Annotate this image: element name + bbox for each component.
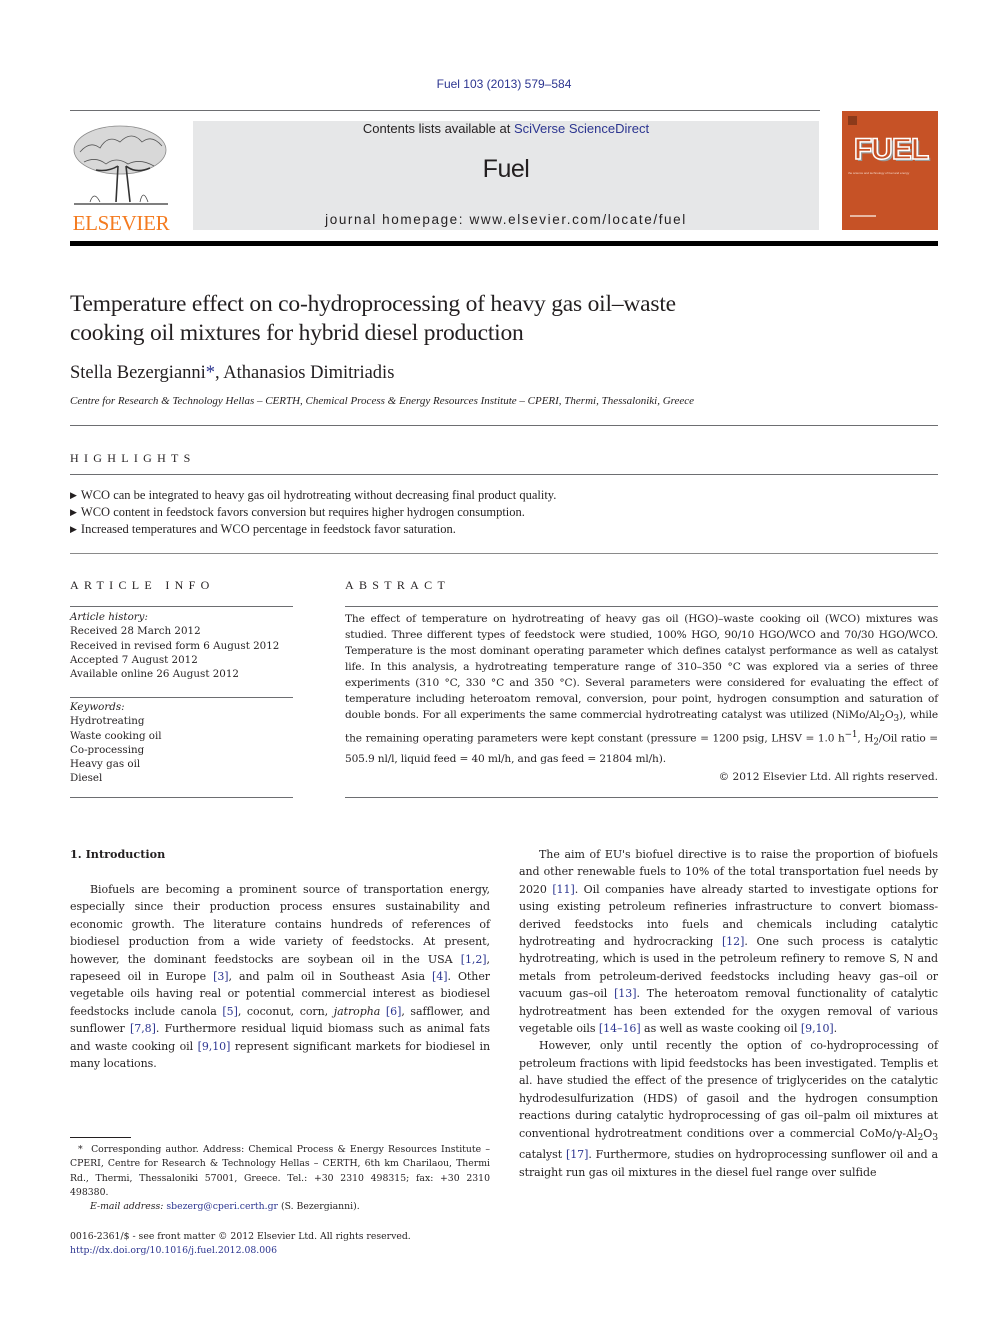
keywords: Keywords: Hydrotreating Waste cooking oi… xyxy=(70,700,162,786)
author-name[interactable]: Athanasios Dimitriadis xyxy=(223,363,394,383)
highlight-item: ▶ WCO content in feedstock favors convers… xyxy=(70,505,556,522)
divider xyxy=(70,797,293,798)
title-line-2: cooking oil mixtures for hybrid diesel p… xyxy=(70,320,524,346)
cover-subtitle: the science and technology of fuel and e… xyxy=(848,171,910,175)
highlight-text: WCO content in feedstock favors conversi… xyxy=(80,504,525,519)
reference-link[interactable]: [9,10] xyxy=(198,1040,231,1053)
footnote-rule xyxy=(70,1137,131,1138)
reference-link[interactable]: [11] xyxy=(552,883,574,896)
reference-link[interactable]: [1,2] xyxy=(461,953,487,966)
email-label: E-mail address: xyxy=(90,1201,164,1213)
paragraph: Biofuels are becoming a prominent source… xyxy=(70,883,491,1071)
keyword: Diesel xyxy=(70,772,103,785)
reference-link[interactable]: [17] xyxy=(566,1148,588,1161)
triangle-right-icon: ▶ xyxy=(70,506,77,517)
keyword: Hydrotreating xyxy=(70,715,145,728)
journal-name: Fuel xyxy=(482,155,530,183)
journal-cover-thumbnail[interactable]: FUEL the science and technology of fuel … xyxy=(842,111,938,230)
keyword: Heavy gas oil xyxy=(70,758,141,771)
reference-link[interactable]: [5] xyxy=(222,1005,237,1018)
divider xyxy=(70,697,293,698)
italic-term: jatropha xyxy=(333,1004,381,1018)
history-entry: Accepted 7 August 2012 xyxy=(70,653,198,666)
section-heading-introduction: 1. Introduction xyxy=(70,847,166,861)
footnote-text: Corresponding author. Address: Chemical … xyxy=(70,1144,490,1198)
divider xyxy=(70,553,938,554)
cover-editor-line xyxy=(850,215,876,217)
corresponding-author-mark[interactable]: * xyxy=(206,363,215,383)
abstract-segment: , H xyxy=(857,732,874,745)
header-rule xyxy=(70,110,820,111)
issn-line: 0016-2361/$ - see front matter © 2012 El… xyxy=(70,1231,411,1242)
divider xyxy=(70,474,938,475)
reference-link[interactable]: [3] xyxy=(213,970,228,983)
highlight-item: ▶ Increased temperatures and WCO percenta… xyxy=(70,522,556,539)
history-entry: Received 28 March 2012 xyxy=(70,625,201,638)
abstract-heading: ABSTRACT xyxy=(345,578,451,592)
reference-link[interactable]: [12] xyxy=(722,935,744,948)
contents-available-line: Contents lists available at SciVerse Sci… xyxy=(193,121,819,136)
article-info-heading: ARTICLE INFO xyxy=(70,578,215,592)
body-column-right: The aim of EU's biofuel directive is to … xyxy=(519,846,938,1181)
divider xyxy=(70,425,938,426)
keyword: Waste cooking oil xyxy=(70,729,162,742)
tree-icon xyxy=(73,125,168,205)
keyword: Co-processing xyxy=(70,743,145,756)
abstract-segment: The effect of temperature on hydrotreati… xyxy=(345,613,938,721)
reference-link[interactable]: [13] xyxy=(614,987,636,1000)
triangle-right-icon: ▶ xyxy=(70,523,77,534)
highlight-text: WCO can be integrated to heavy gas oil h… xyxy=(80,488,557,502)
paragraph: The aim of EU's biofuel directive is to … xyxy=(519,848,939,1036)
cover-title: FUEL xyxy=(853,132,930,167)
subscript: 2 xyxy=(917,1131,924,1143)
header-thick-rule xyxy=(70,241,938,246)
divider xyxy=(345,797,938,798)
divider xyxy=(345,606,938,607)
article-title: Temperature effect on co-hydroprocessing… xyxy=(70,290,850,348)
author-name[interactable]: Stella Bezergianni xyxy=(70,363,206,383)
cover-publisher-icon xyxy=(848,116,857,125)
footnote-mark: * xyxy=(78,1144,83,1155)
reference-link[interactable]: [14–16] xyxy=(599,1022,641,1035)
reference-link[interactable]: [9,10] xyxy=(801,1022,834,1035)
article-history: Article history: Received 28 March 2012 … xyxy=(70,610,279,681)
title-line-1: Temperature effect on co-hydroprocessing… xyxy=(70,291,676,317)
keywords-label: Keywords: xyxy=(70,701,125,713)
body-column-left: Biofuels are becoming a prominent source… xyxy=(70,881,490,1072)
history-entry: Received in revised form 6 August 2012 xyxy=(70,639,280,652)
author-list: Stella Bezergianni*, Athanasios Dimitria… xyxy=(70,363,394,384)
history-entry: Available online 26 August 2012 xyxy=(70,668,239,681)
doi-link[interactable]: http://dx.doi.org/10.1016/j.fuel.2012.08… xyxy=(70,1244,500,1258)
contents-prefix: Contents lists available at xyxy=(362,121,514,136)
front-matter: 0016-2361/$ - see front matter © 2012 El… xyxy=(70,1230,500,1259)
email-suffix: (S. Bezergianni). xyxy=(277,1201,360,1213)
paragraph: However, only until recently the option … xyxy=(519,1039,938,1179)
divider xyxy=(70,606,293,607)
journal-homepage[interactable]: journal homepage: www.elsevier.com/locat… xyxy=(193,212,819,227)
highlights-list: ▶ WCO can be integrated to heavy gas oil … xyxy=(70,488,556,538)
highlights-heading: HIGHLIGHTS xyxy=(70,451,196,465)
sciencedirect-link[interactable]: SciVerse ScienceDirect xyxy=(514,121,649,136)
highlight-text: Increased temperatures and WCO percentag… xyxy=(80,521,456,536)
reference-link[interactable]: [4] xyxy=(432,970,447,983)
reference-link[interactable]: [6] xyxy=(386,1005,401,1018)
abstract-copyright: © 2012 Elsevier Ltd. All rights reserved… xyxy=(718,771,938,783)
article-history-label: Article history: xyxy=(70,611,148,623)
affiliation: Centre for Research & Technology Hellas … xyxy=(70,395,695,407)
email-link[interactable]: sbezerg@cperi.certh.gr xyxy=(166,1201,278,1212)
elsevier-wordmark: ELSEVIER xyxy=(72,211,170,235)
highlight-item: ▶ WCO can be integrated to heavy gas oil … xyxy=(70,488,556,505)
triangle-right-icon: ▶ xyxy=(70,490,77,500)
footnote: * Corresponding author. Address: Chemica… xyxy=(70,1143,490,1214)
superscript: −1 xyxy=(844,730,858,741)
subscript: 3 xyxy=(932,1131,938,1143)
reference-link[interactable]: [7,8] xyxy=(130,1022,156,1035)
journal-citation[interactable]: Fuel 103 (2013) 579–584 xyxy=(0,77,992,91)
abstract-text: The effect of temperature on hydrotreati… xyxy=(345,611,938,767)
